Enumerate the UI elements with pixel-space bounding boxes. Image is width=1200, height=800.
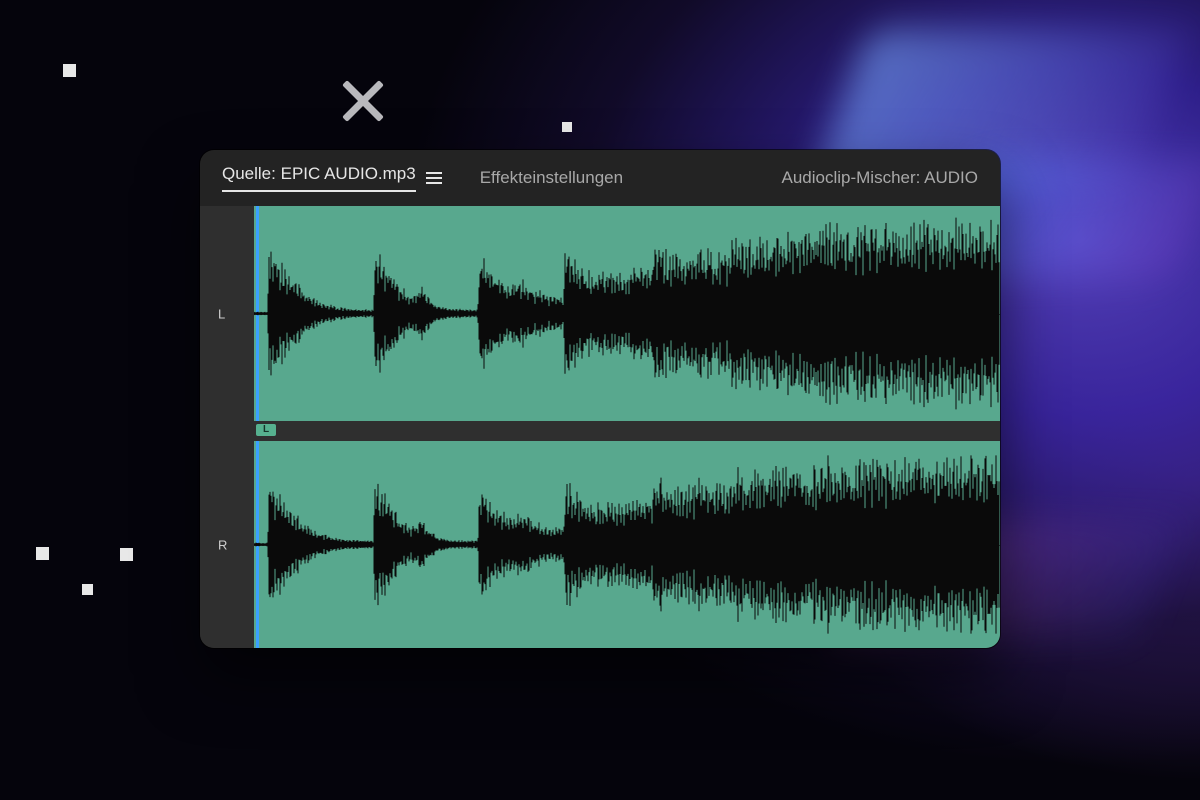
channel-label-left: L xyxy=(218,306,225,321)
tab-source[interactable]: Quelle: EPIC AUDIO.mp3 xyxy=(222,164,442,192)
tab-effect-controls[interactable]: Effekteinstellungen xyxy=(480,168,623,188)
panel-tabbar: Quelle: EPIC AUDIO.mp3 Effekteinstellung… xyxy=(200,150,1000,202)
waveform-track-right[interactable] xyxy=(254,441,1000,648)
bg-pixel xyxy=(120,548,133,561)
waveform-stack[interactable]: L xyxy=(254,206,1000,648)
waveform-track-left[interactable] xyxy=(254,206,1000,421)
bg-pixel xyxy=(36,547,49,560)
tab-label: Effekteinstellungen xyxy=(480,168,623,188)
tab-label: Audioclip-Mischer: AUDIO xyxy=(781,168,978,188)
bg-pixel xyxy=(63,64,76,77)
tab-source-prefix: Quelle: xyxy=(222,164,276,183)
channel-divider: L xyxy=(254,421,1000,441)
tab-source-filename: EPIC AUDIO.mp3 xyxy=(281,164,416,183)
panel-menu-icon[interactable] xyxy=(426,172,442,184)
source-monitor-panel: Quelle: EPIC AUDIO.mp3 Effekteinstellung… xyxy=(200,150,1000,648)
tab-audio-clip-mixer[interactable]: Audioclip-Mischer: AUDIO xyxy=(781,168,978,188)
close-x-icon xyxy=(340,78,386,124)
waveform-viewer: L R L xyxy=(200,206,1000,648)
channel-label-right: R xyxy=(218,537,227,552)
bg-pixel xyxy=(562,122,572,132)
divider-chip: L xyxy=(256,424,276,436)
bg-pixel xyxy=(82,584,93,595)
channel-gutter: L R xyxy=(200,206,254,648)
